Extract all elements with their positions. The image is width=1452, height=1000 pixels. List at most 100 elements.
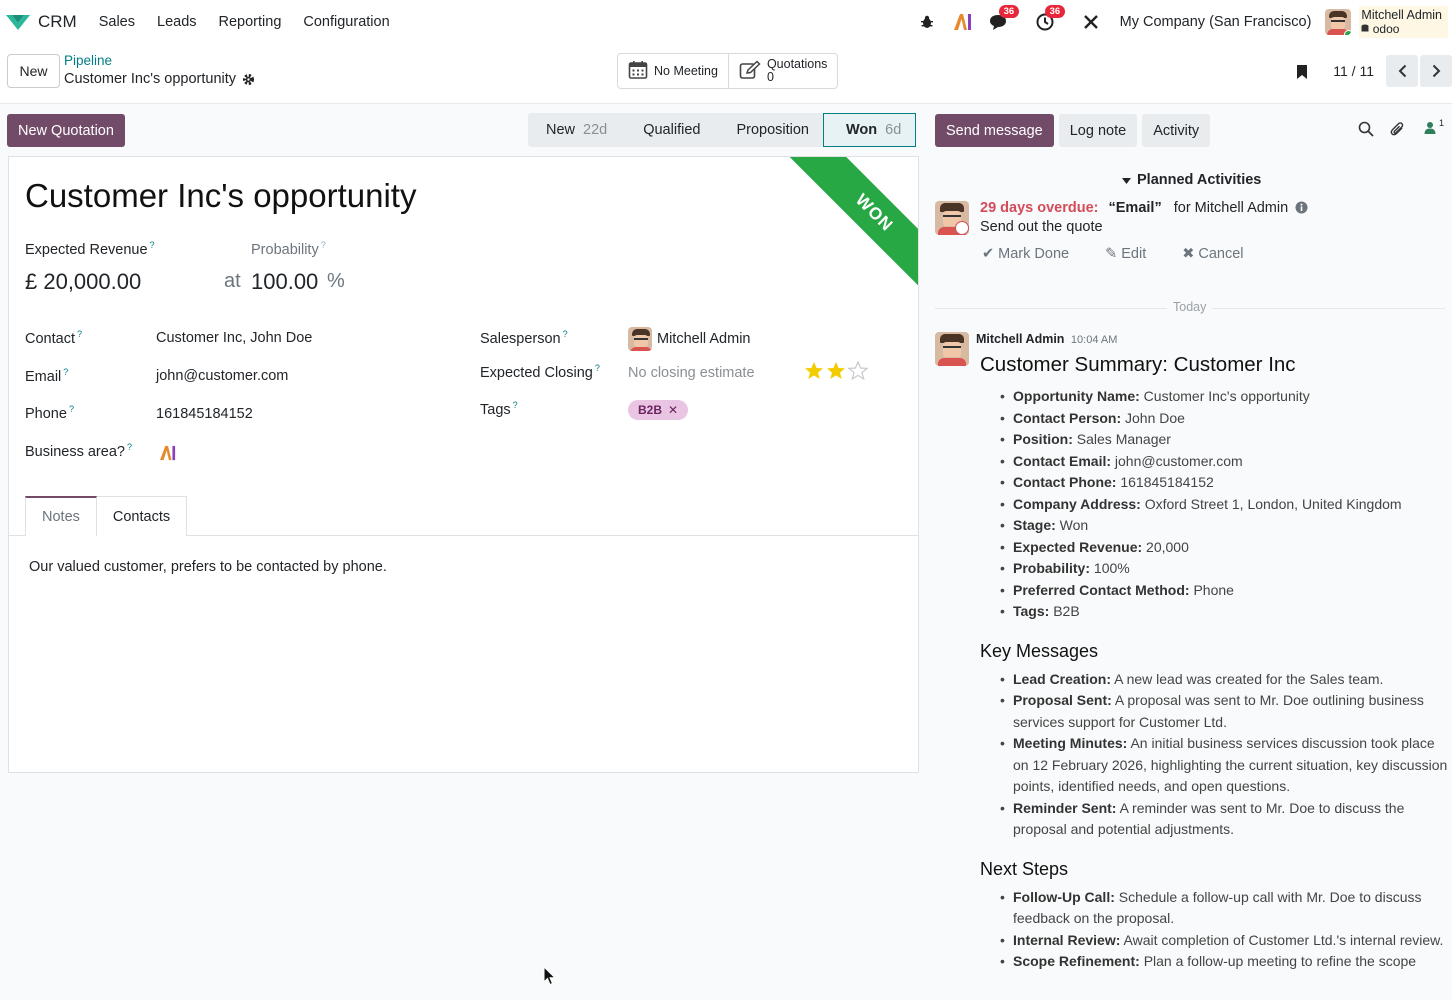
message-header: Mitchell Admin 10:04 AM: [976, 332, 1117, 346]
ai-icon[interactable]: [952, 11, 974, 33]
list-item: Opportunity Name: Customer Inc's opportu…: [980, 386, 1450, 408]
new-record-button[interactable]: New: [7, 54, 60, 88]
tag-remove-icon[interactable]: ✕: [668, 403, 678, 417]
contact-field[interactable]: Customer Inc, John Doe: [156, 330, 312, 346]
stage-new-days: 22d: [583, 122, 608, 138]
expected-revenue-value[interactable]: £ 20,000.00: [25, 269, 141, 295]
phone-field[interactable]: 161845184152: [156, 406, 253, 422]
stage-statusbar: New 22d Qualified Proposition Won 6d: [528, 113, 917, 147]
tab-contacts[interactable]: Contacts: [96, 496, 188, 536]
list-item: Contact Email: john@customer.com: [980, 451, 1450, 473]
tab-notes[interactable]: Notes: [25, 496, 97, 536]
activity-button[interactable]: Activity: [1142, 114, 1211, 147]
search-icon[interactable]: [1358, 121, 1374, 140]
list-item: Proposal Sent: A proposal was sent to Mr…: [980, 690, 1450, 733]
meeting-label: No Meeting: [654, 63, 718, 78]
salesperson-field[interactable]: Mitchell Admin: [628, 327, 750, 351]
star-filled-icon[interactable]: [826, 361, 846, 383]
quotations-smart-button[interactable]: Quotations 0: [729, 54, 837, 88]
chevron-left-icon: [1398, 64, 1406, 78]
expected-closing-label: Expected Closing?: [480, 363, 600, 381]
user-avatar: [1325, 9, 1352, 35]
followers-icon[interactable]: [1424, 121, 1436, 138]
meeting-smart-button[interactable]: No Meeting: [618, 54, 729, 88]
breadcrumb-pipeline[interactable]: Pipeline: [64, 53, 112, 68]
next-steps-list: Follow-Up Call: Schedule a follow-up cal…: [980, 887, 1450, 973]
gear-icon[interactable]: [242, 73, 255, 86]
control-panel: New Pipeline Customer Inc's opportunity …: [0, 44, 1452, 104]
stage-won-days: 6d: [885, 122, 902, 138]
pager-previous-button[interactable]: [1386, 55, 1418, 87]
list-item: Follow-Up Call: Schedule a follow-up cal…: [980, 887, 1450, 930]
send-message-button[interactable]: Send message: [935, 114, 1054, 147]
notes-content[interactable]: Our valued customer, prefers to be conta…: [29, 559, 387, 575]
date-separator-label: Today: [1167, 300, 1213, 314]
email-field[interactable]: john@customer.com: [156, 368, 288, 384]
crm-app-icon[interactable]: [4, 10, 32, 34]
company-switcher[interactable]: My Company (San Francisco): [1120, 14, 1312, 30]
menu-reporting[interactable]: Reporting: [208, 14, 293, 30]
activity-type: “Email”: [1108, 200, 1162, 216]
user-menu[interactable]: Mitchell Admin odoo: [1325, 6, 1448, 38]
ai-icon[interactable]: [159, 445, 177, 464]
pager: 11 / 11: [1333, 55, 1452, 87]
list-item: Contact Phone: 161845184152: [980, 472, 1450, 494]
stage-qualified[interactable]: Qualified: [621, 113, 715, 147]
list-item: Lead Creation: A new lead was created fo…: [980, 669, 1450, 691]
list-item: Scope Refinement: Plan a follow-up meeti…: [980, 951, 1450, 973]
key-messages-heading: Key Messages: [980, 640, 1099, 661]
activity-title: 29 days overdue: “Email” for Mitchell Ad…: [980, 200, 1308, 218]
mark-done-button[interactable]: ✔ Mark Done: [982, 246, 1087, 262]
planned-activities-toggle[interactable]: Planned Activities: [1122, 172, 1261, 188]
activity-assignee: for Mitchell Admin: [1173, 200, 1289, 216]
message-author-avatar[interactable]: [935, 332, 969, 366]
check-icon: ✔: [982, 246, 995, 262]
message-author[interactable]: Mitchell Admin: [976, 332, 1064, 346]
menu-configuration[interactable]: Configuration: [292, 14, 400, 30]
pager-next-button[interactable]: [1420, 55, 1452, 87]
pencil-icon: ✎: [1105, 246, 1118, 262]
calendar-icon: [628, 60, 648, 83]
activities-clock-icon[interactable]: 36: [1034, 5, 1066, 33]
summary-list: Opportunity Name: Customer Inc's opportu…: [980, 386, 1450, 623]
pager-value[interactable]: 11 / 11: [1333, 63, 1374, 79]
expected-closing-field[interactable]: No closing estimate: [628, 365, 755, 381]
stage-proposition[interactable]: Proposition: [714, 113, 823, 147]
stage-new[interactable]: New 22d: [528, 113, 622, 147]
opportunity-title[interactable]: Customer Inc's opportunity: [25, 177, 416, 215]
app-name[interactable]: CRM: [38, 12, 77, 32]
won-ribbon: WON: [771, 157, 918, 316]
messages-icon[interactable]: 36: [988, 5, 1020, 33]
info-icon[interactable]: [1295, 201, 1308, 218]
edit-icon: [739, 59, 761, 83]
menu-leads[interactable]: Leads: [146, 14, 208, 30]
phone-label: Phone?: [25, 404, 74, 422]
message-body: Customer Summary: Customer Inc Opportuni…: [980, 353, 1450, 973]
star-filled-icon[interactable]: [804, 361, 824, 383]
new-quotation-button[interactable]: New Quotation: [7, 114, 125, 147]
log-note-button[interactable]: Log note: [1058, 114, 1138, 147]
paperclip-icon[interactable]: [1390, 121, 1406, 141]
stage-won[interactable]: Won 6d: [823, 113, 917, 147]
cancel-activity-button[interactable]: ✖ Cancel: [1182, 246, 1261, 262]
email-label: Email?: [25, 367, 69, 385]
list-item: Reminder Sent: A reminder was sent to Mr…: [980, 798, 1450, 841]
activity-actions: ✔ Mark Done ✎ Edit ✖ Cancel: [982, 246, 1280, 262]
contact-label: Contact?: [25, 329, 82, 347]
menu-sales[interactable]: Sales: [88, 14, 146, 30]
probability-value[interactable]: 100.00: [251, 269, 318, 295]
star-empty-icon[interactable]: [847, 360, 869, 383]
tools-icon[interactable]: [1080, 11, 1102, 33]
edit-activity-button[interactable]: ✎ Edit: [1105, 246, 1164, 262]
form-sheet: WON Customer Inc's opportunity Expected …: [8, 156, 919, 773]
bookmark-icon[interactable]: [1296, 64, 1308, 83]
user-db-name: odoo: [1372, 22, 1400, 36]
smart-buttons: No Meeting Quotations 0: [617, 53, 839, 89]
systray: 36 36 My Company (San Francisco) Mitchel…: [916, 0, 1452, 44]
activities-badge: 36: [1044, 5, 1066, 18]
chatter-topbar: Send message Log note Activity: [935, 114, 1215, 147]
bug-icon[interactable]: [916, 11, 938, 33]
email-activity-icon: [955, 221, 969, 235]
top-navbar: CRM Sales Leads Reporting Configuration …: [0, 0, 1452, 44]
tag-b2b: B2B ✕: [628, 400, 689, 420]
